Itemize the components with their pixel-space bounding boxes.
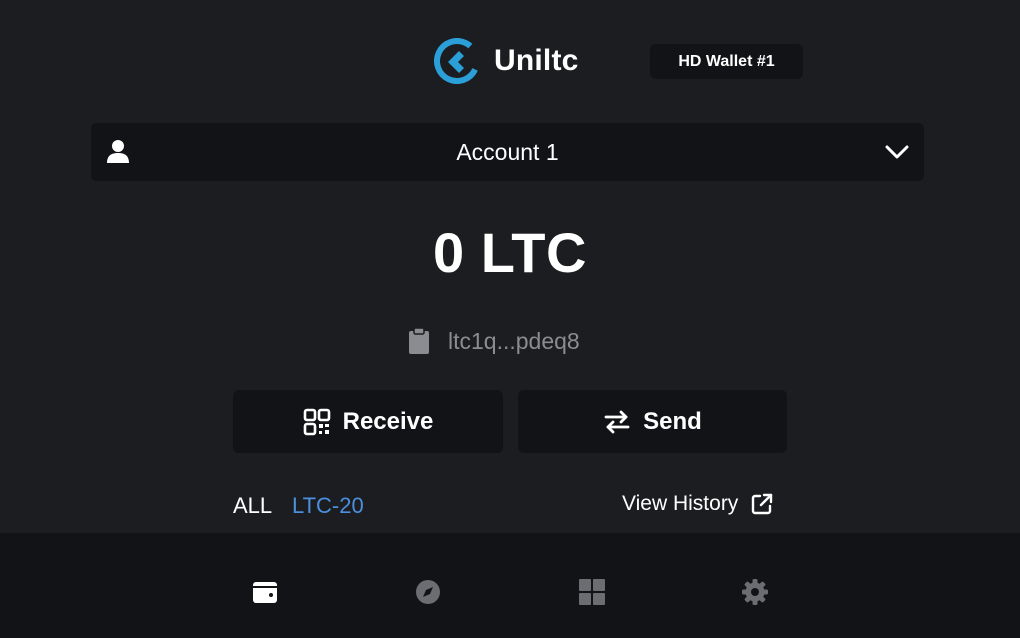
uniltc-logo-icon <box>434 38 480 84</box>
gear-icon <box>742 579 768 605</box>
qr-code-icon <box>303 408 330 435</box>
wallet-icon <box>253 582 277 603</box>
wallet-selector-button[interactable]: HD Wallet #1 <box>650 44 803 79</box>
compass-icon <box>416 580 440 604</box>
view-history-label: View History <box>622 492 739 515</box>
wallet-app: Uniltc HD Wallet #1 Account 1 0 LTC ltc1… <box>0 0 1020 638</box>
tab-all[interactable]: ALL <box>233 493 272 519</box>
tab-ltc20[interactable]: LTC-20 <box>292 493 364 519</box>
wallet-address: ltc1q...pdeq8 <box>448 327 580 354</box>
address-copy[interactable]: ltc1q...pdeq8 <box>408 326 580 356</box>
clipboard-icon <box>409 328 429 354</box>
account-selector[interactable]: Account 1 <box>91 123 924 181</box>
brand: Uniltc <box>434 36 579 86</box>
view-history-link[interactable]: View History <box>622 492 774 516</box>
chevron-down-icon <box>885 145 909 159</box>
header: Uniltc HD Wallet #1 <box>0 36 1020 86</box>
send-button[interactable]: Send <box>518 390 787 453</box>
balance-amount: 0 LTC <box>433 221 587 284</box>
account-name: Account 1 <box>456 138 559 165</box>
grid-icon <box>579 579 605 605</box>
external-link-icon <box>752 493 773 515</box>
nav-settings[interactable] <box>741 578 769 606</box>
brand-name: Uniltc <box>494 44 579 77</box>
nav-wallet[interactable] <box>251 578 279 606</box>
bottom-nav <box>0 533 1020 638</box>
receive-button[interactable]: Receive <box>233 390 503 453</box>
nav-apps[interactable] <box>578 578 606 606</box>
send-label: Send <box>643 407 702 435</box>
swap-arrows-icon <box>604 410 630 433</box>
nav-discover[interactable] <box>414 578 442 606</box>
receive-label: Receive <box>342 407 434 435</box>
